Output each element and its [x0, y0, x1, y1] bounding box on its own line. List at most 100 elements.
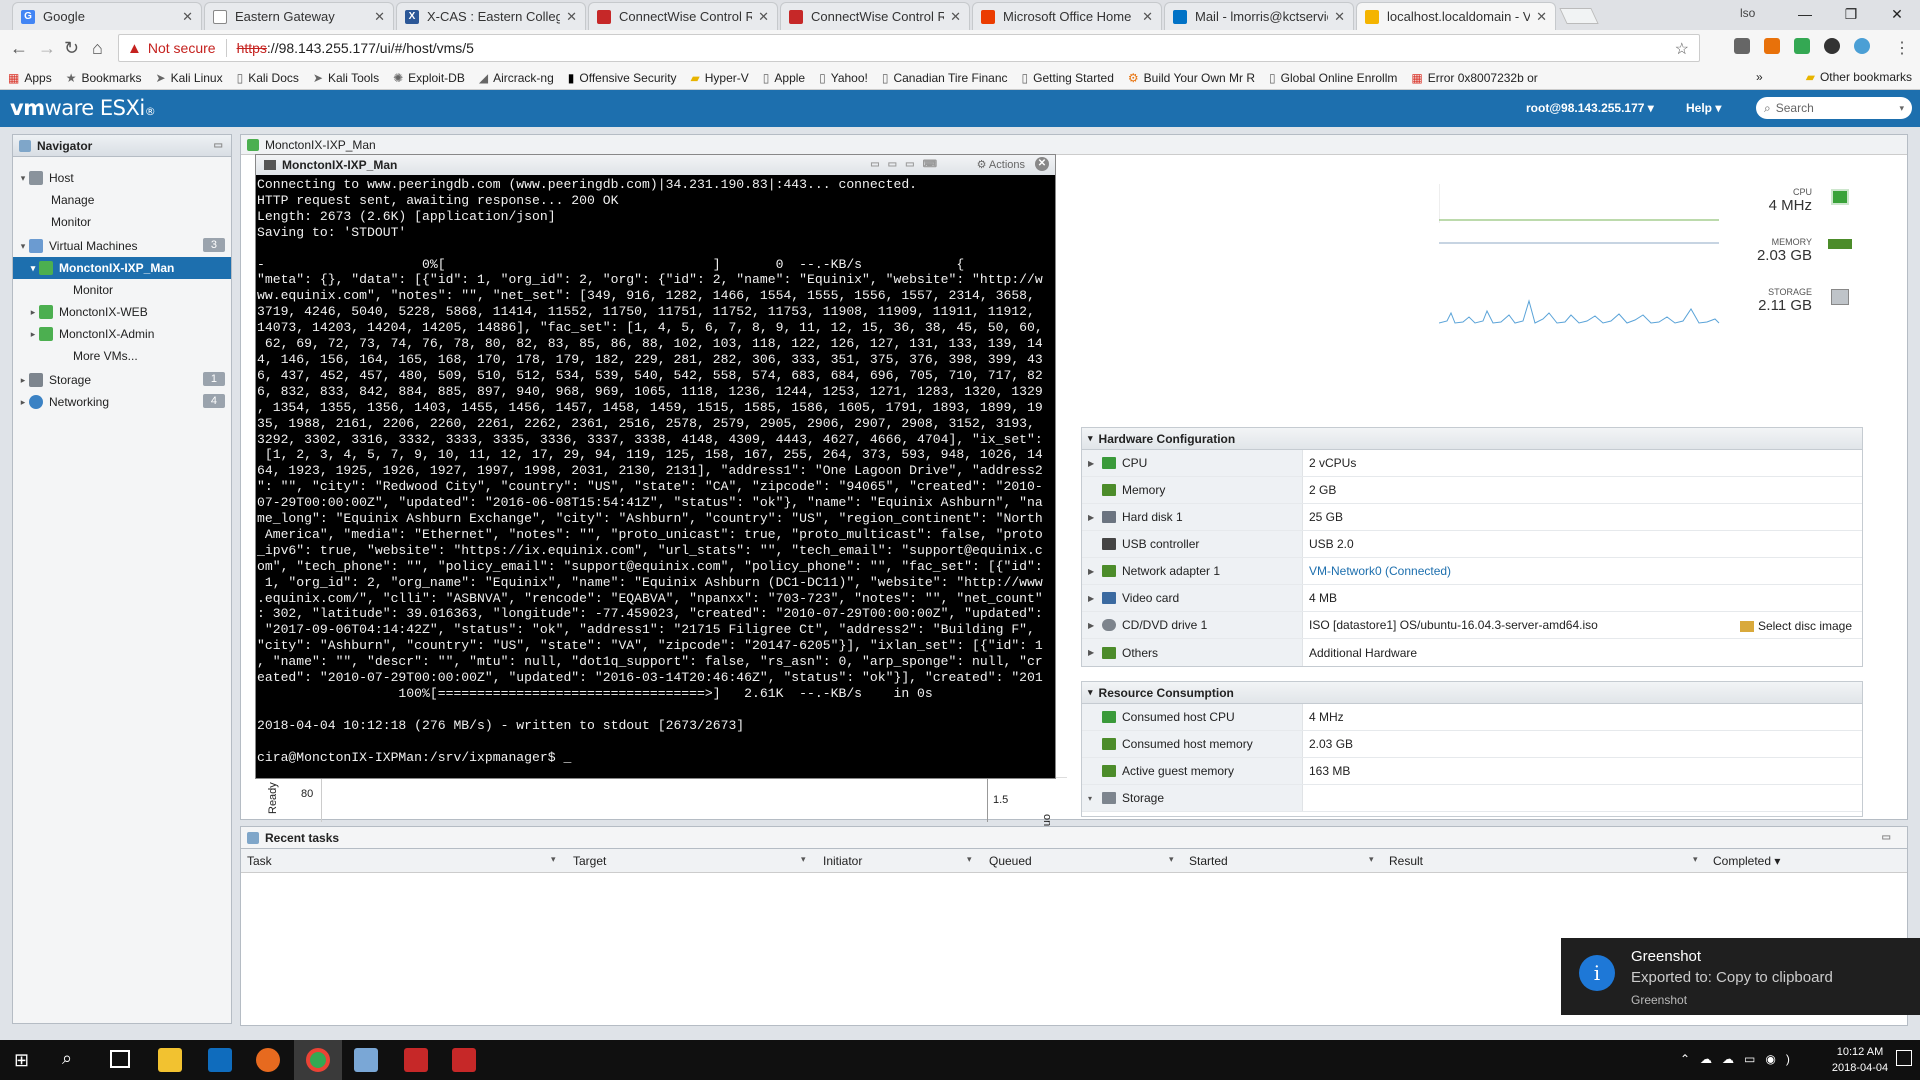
greenshot-notification[interactable]: i Greenshot Exported to: Copy to clipboa… [1561, 938, 1920, 1015]
bookmark-item[interactable]: ▯ Apple [763, 71, 805, 85]
chevron-down-icon[interactable]: ▾ [967, 854, 972, 865]
console-toolbar-icons[interactable]: ▭▭▭⌨ [870, 159, 945, 170]
profile-button[interactable]: lso [1740, 6, 1755, 20]
expand-triangle-icon[interactable]: ▶ [1088, 513, 1102, 522]
chrome-menu-icon[interactable]: ⋮ [1894, 38, 1910, 58]
reload-icon[interactable]: ↻ [64, 38, 79, 59]
outlook-icon[interactable] [208, 1048, 232, 1072]
connectwise-icon[interactable] [452, 1048, 476, 1072]
remote-desktop-icon[interactable] [354, 1048, 378, 1072]
other-bookmarks[interactable]: ▰ Other bookmarks [1806, 70, 1912, 84]
close-tab-icon[interactable]: ✕ [758, 9, 769, 25]
nav-item-vm-web[interactable]: ▸ MonctonIX-WEB [13, 301, 231, 323]
forward-arrow-icon[interactable]: → [38, 38, 56, 59]
vm-console-window[interactable]: MonctonIX-IXP_Man ▭▭▭⌨ ⚙ Actions ✕ Conne… [255, 154, 1056, 779]
bookmark-item[interactable]: ▰ Hyper-V [691, 71, 749, 85]
connectwise-icon[interactable] [404, 1048, 428, 1072]
expand-triangle-icon[interactable]: ▶ [1088, 621, 1102, 630]
maximize-icon[interactable]: ❐ [1828, 0, 1874, 30]
close-tab-icon[interactable]: ✕ [182, 9, 193, 25]
network-link[interactable]: VM-Network0 (Connected) [1309, 564, 1451, 578]
browser-tab[interactable]: ConnectWise Control Re ✕ [780, 2, 970, 30]
user-menu[interactable]: root@98.143.255.177 ▾ [1526, 101, 1654, 115]
new-tab-button[interactable] [1559, 8, 1599, 24]
collapse-triangle-icon[interactable]: ▾ [1088, 433, 1093, 444]
bookmark-item[interactable]: ➤ Kali Linux [156, 71, 223, 85]
chevron-down-icon[interactable]: ▾ [1169, 854, 1174, 865]
column-started[interactable]: Started [1189, 854, 1228, 868]
expand-triangle-icon[interactable]: ▶ [1088, 648, 1102, 657]
action-center-icon[interactable] [1896, 1050, 1912, 1066]
hardware-configuration-header[interactable]: ▾ Hardware Configuration [1082, 428, 1862, 450]
browser-tab[interactable]: Eastern Gateway ✕ [204, 2, 394, 30]
help-menu[interactable]: Help ▾ [1686, 101, 1721, 115]
browser-tab-active[interactable]: localhost.localdomain - V ✕ [1356, 2, 1556, 30]
close-tab-icon[interactable]: ✕ [1536, 9, 1547, 25]
collapse-panel-icon[interactable]: ▭ [1882, 832, 1891, 843]
bookmark-item[interactable]: ▯ Canadian Tire Financ [882, 71, 1008, 85]
browser-tab[interactable]: Mail - lmorris@kctservic ✕ [1164, 2, 1354, 30]
bookmark-item[interactable]: ➤ Kali Tools [313, 71, 379, 85]
file-explorer-icon[interactable] [158, 1048, 182, 1072]
column-completed[interactable]: Completed ▾ [1713, 854, 1780, 868]
nav-item-monitor[interactable]: Monitor [13, 211, 231, 233]
collapse-triangle-icon[interactable]: ▾ [1088, 687, 1093, 698]
console-title-bar[interactable]: MonctonIX-IXP_Man ▭▭▭⌨ ⚙ Actions ✕ [256, 155, 1055, 175]
expand-triangle-icon[interactable]: ▾ [17, 173, 29, 184]
expand-triangle-icon[interactable]: ▶ [1088, 567, 1102, 576]
chevron-down-icon[interactable]: ▾ [551, 854, 556, 865]
expand-triangle-icon[interactable]: ▶ [1088, 594, 1102, 603]
resource-consumption-header[interactable]: ▾ Resource Consumption [1082, 682, 1862, 704]
extension-icon[interactable] [1734, 38, 1750, 54]
nav-item-virtual-machines[interactable]: ▾ Virtual Machines 3 [13, 235, 231, 257]
chevron-down-icon[interactable]: ▾ [1369, 854, 1374, 865]
browser-tab[interactable]: G Google ✕ [12, 2, 202, 30]
minimize-icon[interactable]: — [1782, 0, 1828, 30]
more-bookmarks-chevron[interactable]: » [1756, 70, 1763, 84]
close-tab-icon[interactable]: ✕ [566, 9, 577, 25]
nav-item-storage[interactable]: ▸ Storage 1 [13, 369, 231, 391]
expand-triangle-icon[interactable]: ▾ [1088, 794, 1102, 803]
not-secure-label[interactable]: Not secure [148, 40, 216, 56]
bookmark-item[interactable]: ⚙ Build Your Own Mr R [1128, 71, 1255, 85]
select-disc-image-button[interactable]: Select disc image [1739, 619, 1852, 633]
nav-item-manage[interactable]: Manage [13, 189, 231, 211]
nav-item-host[interactable]: ▾ Host [13, 167, 231, 189]
nav-item-vm-admin[interactable]: ▸ MonctonIX-Admin [13, 323, 231, 345]
close-tab-icon[interactable]: ✕ [1334, 9, 1345, 25]
expand-triangle-icon[interactable]: ▶ [1088, 459, 1102, 468]
chevron-down-icon[interactable]: ▾ [1693, 854, 1698, 865]
task-view-icon[interactable] [110, 1050, 130, 1068]
column-initiator[interactable]: Initiator [823, 854, 862, 868]
chrome-icon[interactable] [306, 1048, 330, 1072]
bookmark-item[interactable]: ▯ Kali Docs [237, 71, 299, 85]
expand-triangle-icon[interactable]: ▾ [17, 241, 29, 252]
taskbar-clock[interactable]: 10:12 AM 2018-04-04 [1830, 1044, 1890, 1076]
browser-tab[interactable]: ConnectWise Control Re ✕ [588, 2, 778, 30]
close-tab-icon[interactable]: ✕ [374, 9, 385, 25]
column-target[interactable]: Target [573, 854, 606, 868]
close-tab-icon[interactable]: ✕ [950, 9, 961, 25]
url-bar[interactable]: ▲ Not secure https ://98.143.255.177/ui/… [118, 34, 1700, 62]
bookmark-item[interactable]: ▦ Error 0x8007232b or [1411, 71, 1537, 85]
system-tray-icons[interactable]: ⌃☁☁▭◉) [1680, 1052, 1800, 1066]
browser-tab[interactable]: Microsoft Office Home ✕ [972, 2, 1162, 30]
bookmark-item[interactable]: ✺ Exploit-DB [393, 71, 465, 85]
bookmark-item[interactable]: ▯ Yahoo! [819, 71, 868, 85]
bookmark-item[interactable]: ★ Bookmarks [66, 71, 142, 85]
close-tab-icon[interactable]: ✕ [1142, 9, 1153, 25]
search-icon[interactable]: ⌕ [62, 1048, 72, 1069]
actions-menu[interactable]: ⚙ Actions [977, 158, 1025, 171]
bookmark-star-icon[interactable]: ☆ [1675, 39, 1689, 59]
bookmark-item[interactable]: ▯ Getting Started [1022, 71, 1114, 85]
nav-item-vm-monitor[interactable]: Monitor [13, 279, 231, 301]
extension-icon[interactable] [1764, 38, 1780, 54]
expand-triangle-icon[interactable]: ▸ [27, 307, 39, 318]
windows-start-icon[interactable]: ⊞ [14, 1050, 29, 1071]
home-icon[interactable]: ⌂ [92, 38, 103, 59]
back-arrow-icon[interactable]: ← [10, 38, 28, 59]
close-window-icon[interactable]: ✕ [1874, 0, 1920, 30]
expand-triangle-icon[interactable]: ▸ [17, 397, 29, 408]
nav-item-vm-ixp-man[interactable]: ▾ MonctonIX-IXP_Man [13, 257, 231, 279]
firefox-icon[interactable] [256, 1048, 280, 1072]
